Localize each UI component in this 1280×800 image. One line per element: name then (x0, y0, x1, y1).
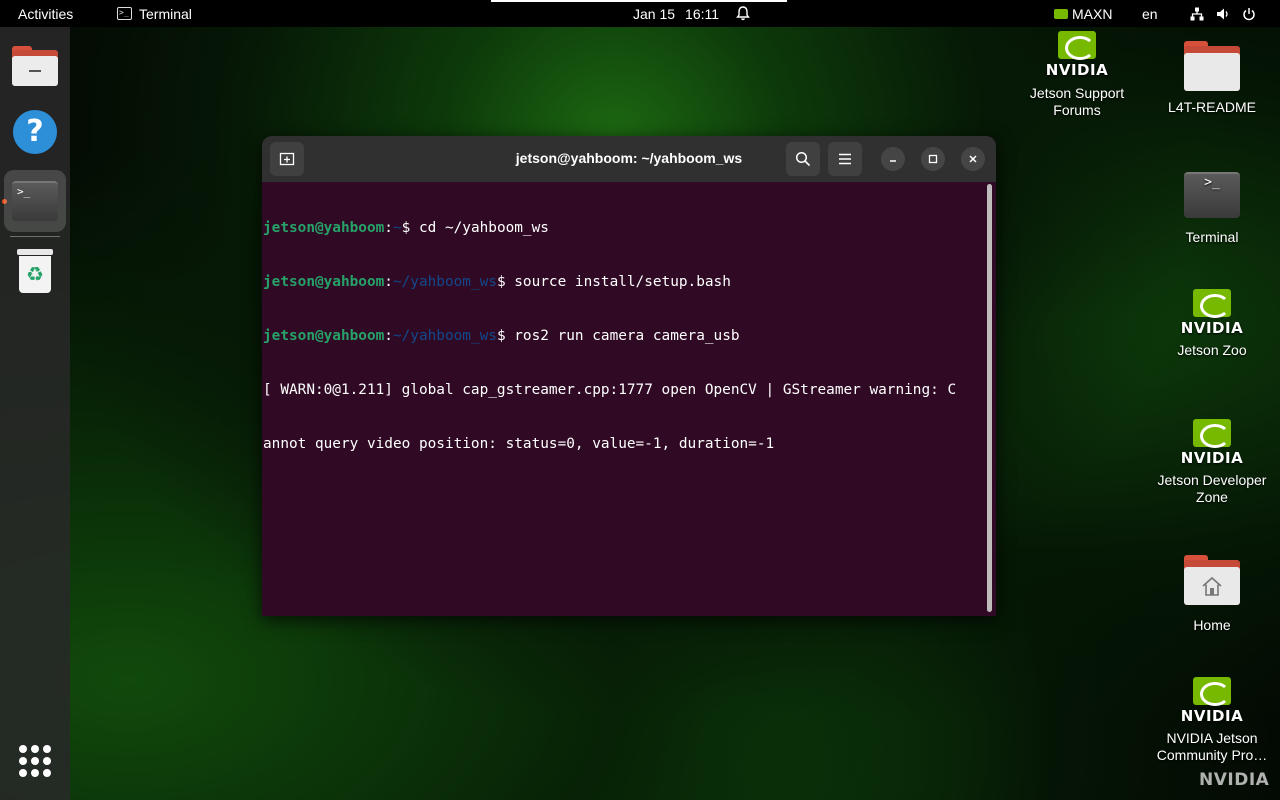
power-mode-indicator[interactable]: MAXN (1054, 0, 1112, 27)
close-icon (969, 155, 977, 163)
desktop-icon-jetson-developer-zone[interactable]: NVIDIA Jetson Developer Zone (1152, 418, 1272, 506)
terminal-line: jetson@yahboom:~/yahboom_ws$ ros2 run ca… (263, 328, 740, 344)
desktop-icon-nvidia-jetson-community-projects[interactable]: NVIDIA NVIDIA Jetson Community Pro… (1145, 676, 1279, 764)
notification-bell-icon[interactable] (736, 0, 750, 27)
terminal-line: jetson@yahboom:~$ cd ~/yahboom_ws (263, 220, 549, 236)
folder-icon (1184, 41, 1240, 91)
top-bar: Activities >_ Terminal Jan 15 16:11 MAXN… (0, 0, 1280, 27)
network-icon (1190, 7, 1204, 21)
desktop-icon-jetson-zoo[interactable]: NVIDIA Jetson Zoo (1152, 288, 1272, 359)
nvidia-logo-icon: NVIDIA (1181, 289, 1243, 337)
dock-files[interactable] (4, 35, 66, 97)
terminal-icon: >_ (117, 7, 132, 20)
dock-help[interactable]: ? (4, 101, 66, 163)
dock-terminal[interactable]: >_ (4, 170, 66, 232)
nvidia-logo-icon: NVIDIA (1181, 677, 1243, 725)
desktop-icon-label: Terminal (1185, 229, 1239, 245)
terminal-window[interactable]: jetson@yahboom: ~/yahboom_ws jetson@yahb… (262, 136, 996, 616)
trash-icon: ♻ (17, 249, 53, 293)
clock-time: 16:11 (685, 5, 720, 22)
search-icon (795, 151, 811, 167)
maximize-icon (928, 154, 938, 164)
nvidia-icon (1054, 8, 1068, 19)
desktop-icon-label: Jetson Zoo (1177, 342, 1247, 358)
dock-separator (10, 236, 60, 237)
show-apps-grid-icon[interactable] (19, 745, 51, 777)
terminal-output-line: [ WARN:0@1.211] global cap_gstreamer.cpp… (263, 382, 957, 398)
desktop-icon-home[interactable]: Home (1152, 552, 1272, 634)
activities-button[interactable]: Activities (18, 0, 73, 27)
nvidia-logo-icon: NVIDIA (1046, 31, 1108, 79)
desktop-icon-label: NVIDIA Jetson Community Pro… (1156, 730, 1268, 763)
clock-date: Jan 15 (633, 5, 676, 22)
maximize-button[interactable] (921, 147, 945, 171)
power-icon (1242, 7, 1256, 21)
terminal-icon: >_ (1184, 172, 1240, 218)
clock-button[interactable]: Jan 15 16:11 (633, 0, 719, 27)
close-button[interactable] (961, 147, 985, 171)
app-menu-label: Terminal (139, 5, 192, 22)
terminal-output[interactable]: jetson@yahboom:~$ cd ~/yahboom_ws jetson… (262, 182, 986, 616)
desktop-icon-jetson-support-forums[interactable]: NVIDIA Jetson Support Forums (1017, 30, 1137, 119)
new-tab-icon (279, 152, 295, 166)
window-titlebar[interactable]: jetson@yahboom: ~/yahboom_ws (262, 136, 996, 182)
minimize-icon (890, 160, 896, 162)
dock-trash[interactable]: ♻ (4, 240, 66, 302)
desktop-icon-label: L4T-README (1168, 99, 1256, 115)
nvidia-wallpaper-wordmark: NVIDIA (1199, 770, 1270, 790)
terminal-line: jetson@yahboom:~/yahboom_ws$ source inst… (263, 274, 731, 290)
hamburger-icon (839, 153, 851, 165)
home-icon (1202, 576, 1222, 596)
language-indicator[interactable]: en (1142, 0, 1158, 27)
system-tray[interactable] (1190, 0, 1256, 27)
terminal-output-line: annot query video position: status=0, va… (263, 436, 775, 452)
desktop-icon-label: Jetson Developer Zone (1157, 472, 1267, 505)
minimize-button[interactable] (881, 147, 905, 171)
desktop-icon-l4t-readme[interactable]: L4T-README (1152, 38, 1272, 116)
home-folder-icon (1184, 555, 1240, 605)
desktop-icon-label: Jetson Support Forums (1029, 85, 1125, 118)
new-tab-button[interactable] (270, 142, 304, 176)
folder-icon (12, 46, 58, 86)
terminal-icon: >_ (12, 181, 58, 221)
power-mode-label: MAXN (1072, 5, 1113, 22)
terminal-scrollbar[interactable] (987, 184, 992, 612)
app-menu-button[interactable]: >_ Terminal (117, 0, 192, 27)
desktop-icon-terminal[interactable]: >_ Terminal (1152, 168, 1272, 246)
desktop-icon-label: Home (1193, 617, 1231, 633)
nvidia-logo-icon: NVIDIA (1181, 419, 1243, 467)
dock: ? >_ ♻ (0, 27, 70, 800)
menu-button[interactable] (828, 142, 862, 176)
help-icon: ? (13, 110, 57, 154)
search-button[interactable] (786, 142, 820, 176)
volume-icon (1216, 7, 1230, 21)
